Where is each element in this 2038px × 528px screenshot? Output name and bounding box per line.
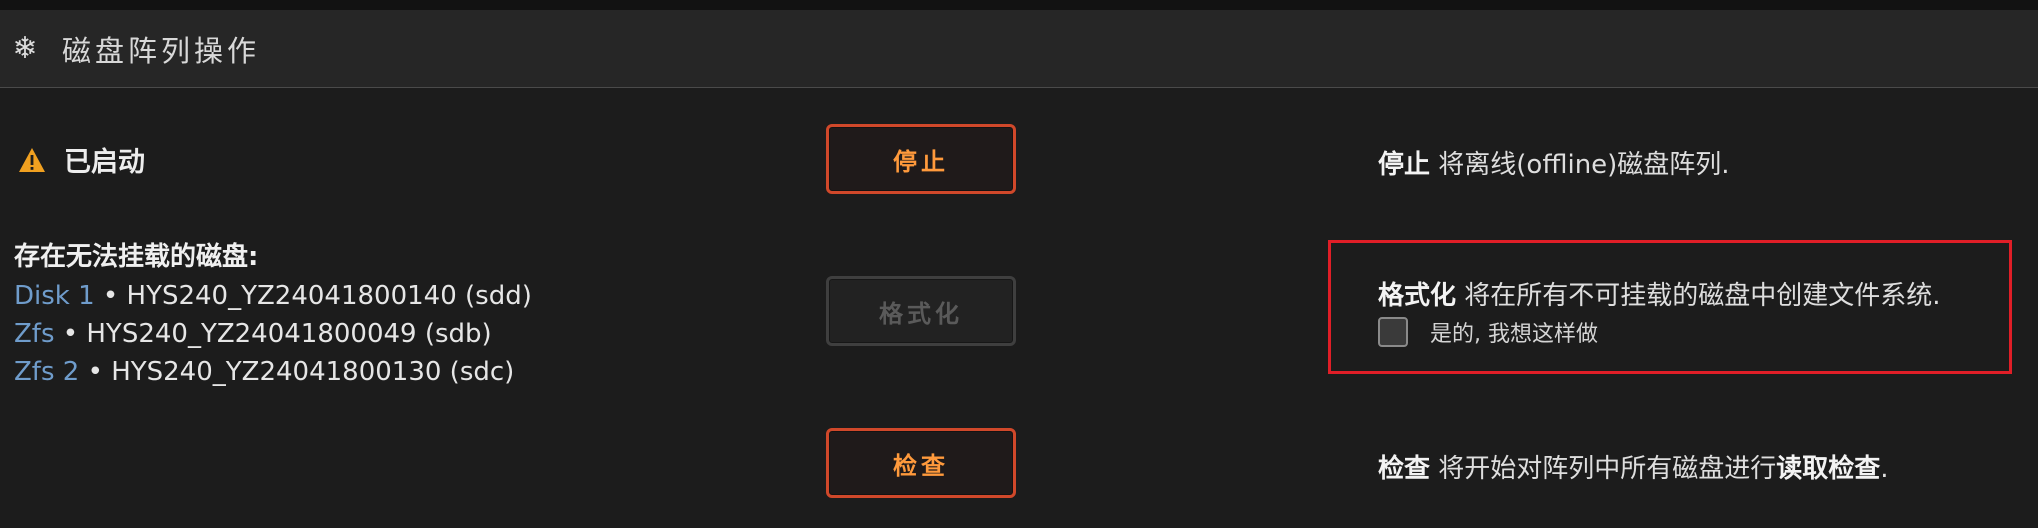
stop-description: 停止 将离线(offline)磁盘阵列. xyxy=(1378,144,1730,181)
top-bar xyxy=(0,0,2038,10)
disk-link[interactable]: Zfs xyxy=(14,319,55,349)
check-description-keyword: 检查 xyxy=(1378,454,1431,484)
stop-description-keyword: 停止 xyxy=(1378,150,1431,180)
format-button[interactable]: 格式化 xyxy=(826,276,1016,346)
disk-row: Zfs • HYS240_YZ24041800049 (sdb) xyxy=(14,315,532,353)
check-button[interactable]: 检查 xyxy=(826,428,1016,498)
stop-button[interactable]: 停止 xyxy=(826,124,1016,194)
snowflake-icon: ❄ xyxy=(12,31,38,66)
confirm-checkbox[interactable] xyxy=(1378,317,1408,347)
disk-row: Disk 1 • HYS240_YZ24041800140 (sdd) xyxy=(14,277,532,315)
unmountable-title: 存在无法挂载的磁盘: xyxy=(14,242,259,272)
disk-detail: • HYS240_YZ24041800130 (sdc) xyxy=(79,357,515,387)
check-description: 检查 将开始对阵列中所有磁盘进行读取检查. xyxy=(1378,448,1889,485)
disk-row: Zfs 2 • HYS240_YZ24041800130 (sdc) xyxy=(14,353,532,391)
format-description-text: 将在所有不可挂载的磁盘中创建文件系统. xyxy=(1456,281,1941,311)
array-status: 已启动 xyxy=(18,140,145,179)
format-description: 格式化 将在所有不可挂载的磁盘中创建文件系统. xyxy=(1378,275,1941,312)
unmountable-disks: 存在无法挂载的磁盘: Disk 1 • HYS240_YZ24041800140… xyxy=(14,236,532,391)
disk-detail: • HYS240_YZ24041800140 (sdd) xyxy=(94,281,532,311)
stop-description-text: 将离线(offline)磁盘阵列. xyxy=(1430,150,1730,180)
check-description-text: 将开始对阵列中所有磁盘进行 xyxy=(1430,454,1777,484)
section-title: 磁盘阵列操作 xyxy=(62,33,261,68)
check-description-end: . xyxy=(1880,454,1889,484)
confirm-label: 是的, 我想这样做 xyxy=(1430,322,1598,347)
section-header: ❄ 磁盘阵列操作 xyxy=(0,10,2038,88)
format-description-keyword: 格式化 xyxy=(1378,281,1457,311)
disk-detail: • HYS240_YZ24041800049 (sdb) xyxy=(54,319,492,349)
warning-icon xyxy=(19,147,45,172)
confirm-row: 是的, 我想这样做 xyxy=(1378,316,1598,348)
disk-link[interactable]: Disk 1 xyxy=(14,281,95,311)
status-text: 已启动 xyxy=(64,147,145,178)
check-description-emphasis: 读取检查 xyxy=(1776,454,1881,484)
disk-link[interactable]: Zfs 2 xyxy=(14,357,79,387)
